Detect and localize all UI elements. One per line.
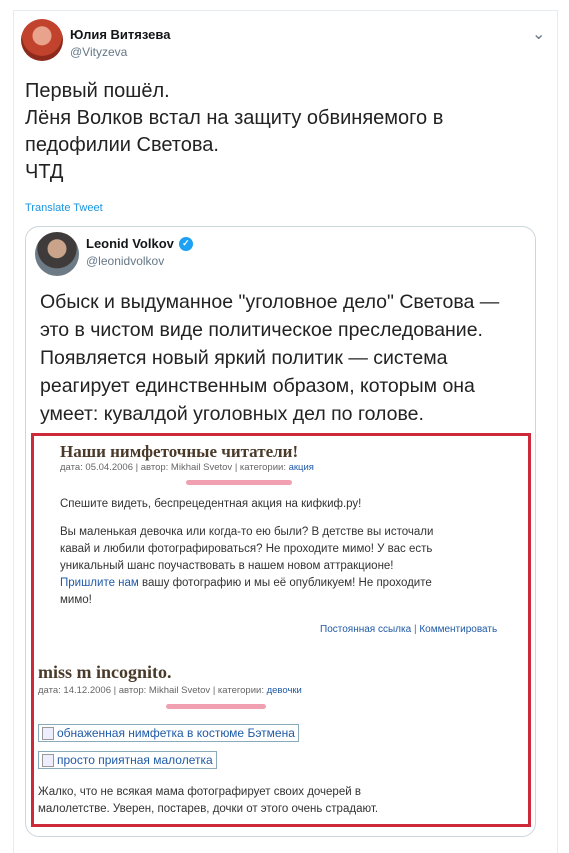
tweet-line: Лёня Волков встал на защиту обвиняемого … bbox=[25, 107, 444, 129]
tweet-text: Первый пошёл. Лёня Волков встал на защит… bbox=[25, 78, 545, 186]
post1-body: Вы маленькая девочка или когда-то ею был… bbox=[60, 526, 434, 606]
left-border bbox=[13, 10, 14, 853]
broken-image-link[interactable]: просто приятная малолетка bbox=[38, 751, 217, 769]
quoted-line: умеет: кувалдой уголовных дел по голове. bbox=[40, 403, 424, 425]
post1-intro: Спешите видеть, беспрецедентная акция на… bbox=[60, 498, 362, 510]
translate-tweet-link[interactable]: Translate Tweet bbox=[25, 202, 103, 214]
quoted-author-handle: @leonidvolkov bbox=[86, 254, 165, 268]
quoted-tweet-text: Обыск и выдуманное "уголовное дело" Свет… bbox=[40, 288, 530, 428]
post2-meta: дата: 14.12.2006 | автор: Mikhail Svetov… bbox=[38, 685, 302, 696]
tweet-line: педофилии Светова. bbox=[25, 134, 219, 156]
avatar[interactable] bbox=[21, 19, 63, 61]
chevron-down-icon[interactable]: ⌄ bbox=[532, 24, 545, 44]
broken-image-link[interactable]: обнаженная нимфетка в костюме Бэтмена bbox=[38, 724, 299, 742]
quoted-line: реагирует единственным образом, которым … bbox=[40, 375, 475, 397]
broken-image-icon bbox=[42, 726, 54, 740]
quoted-avatar[interactable] bbox=[35, 232, 79, 276]
post1-meta: дата: 05.04.2006 | автор: Mikhail Svetov… bbox=[60, 462, 314, 473]
right-border bbox=[557, 10, 558, 853]
tweet-line: Первый пошёл. bbox=[25, 80, 170, 102]
quoted-author[interactable]: Leonid Volkov ✓ bbox=[86, 236, 193, 251]
highlight-mark bbox=[186, 480, 292, 485]
author-handle[interactable]: @Vityzeva bbox=[70, 45, 127, 59]
post1-inline-link: Пришлите нам bbox=[60, 577, 139, 589]
post2-title: miss m incognito. bbox=[38, 662, 172, 682]
quoted-line: это в чистом виде политическое преследов… bbox=[40, 319, 483, 341]
quoted-line: Появляется новый яркий политик — система bbox=[40, 347, 448, 369]
tweet-line: ЧТД bbox=[25, 161, 64, 183]
highlight-mark bbox=[166, 704, 266, 709]
post1-title: Наши нимфеточные читатели! bbox=[60, 442, 299, 461]
quoted-line: Обыск и выдуманное "уголовное дело" Свет… bbox=[40, 291, 500, 313]
author-name[interactable]: Юлия Витязева bbox=[70, 27, 170, 42]
broken-image-icon bbox=[42, 753, 54, 767]
permalink-link: Постоянная ссылка bbox=[320, 624, 412, 635]
verified-badge-icon: ✓ bbox=[178, 236, 193, 251]
post1-footer: Постоянная ссылка | Комментировать bbox=[320, 624, 498, 635]
comment-link: Комментировать bbox=[419, 624, 498, 635]
post2-body: Жалко, что не всякая мама фотографирует … bbox=[38, 786, 379, 815]
post1-category: акция bbox=[288, 462, 314, 473]
quoted-author-name: Leonid Volkov bbox=[86, 236, 174, 251]
post2-category: девочки bbox=[266, 685, 302, 696]
top-divider bbox=[13, 10, 558, 11]
attached-screenshot[interactable]: Наши нимфеточные читатели! дата: 05.04.2… bbox=[31, 433, 531, 827]
